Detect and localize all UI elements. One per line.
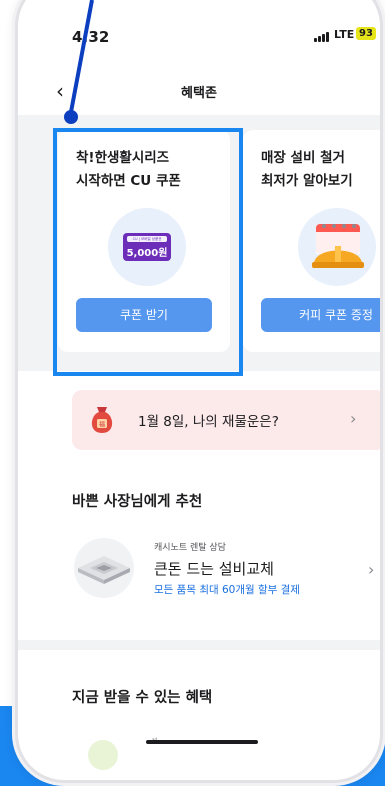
battery-icon: 93	[356, 27, 376, 40]
home-indicator	[146, 740, 258, 744]
status-bar: 4:32 LTE 93	[18, 0, 380, 72]
coffee-coupon-button[interactable]: 커피 쿠폰 증정	[261, 298, 380, 332]
ceiling-air-conditioner-icon	[74, 538, 134, 598]
fortune-text: 1월 8일, 나의 재물운은?	[138, 414, 279, 430]
section-title: 바쁜 사장님에게 추천	[72, 494, 203, 510]
rec-subtitle: 캐시노트 렌탈 상담	[154, 543, 226, 553]
chevron-right-icon: ›	[368, 560, 375, 579]
rec-title: 큰돈 드는 설비교체	[154, 560, 274, 578]
section-divider	[18, 640, 380, 650]
rental-recommendation[interactable]: 캐시노트 렌탈 상담 큰돈 드는 설비교체 모든 품목 최대 60개월 할부 결…	[72, 530, 380, 610]
section-title: 지금 받을 수 있는 혜택	[72, 690, 213, 706]
chevron-right-icon: ›	[350, 409, 357, 428]
status-time: 4:32	[72, 28, 110, 46]
page-title: 혜택존	[181, 86, 217, 101]
phone-frame: 4:32 LTE 93 ‹ 혜택존 착!한생활시리즈 시작하면 CU 쿠폰 CU…	[18, 0, 380, 780]
benefit-card[interactable]: 매장 설비 철거 최저가 알아보기 커피 쿠폰 증정	[243, 130, 380, 352]
signal-icon	[314, 32, 329, 42]
benefit-item-icon	[88, 740, 118, 770]
card-title: 매장 설비 철거 최저가 알아보기	[261, 150, 353, 189]
network-label: LTE	[334, 28, 355, 41]
selection-highlight	[53, 128, 243, 376]
calendar-helmet-icon	[312, 224, 364, 268]
top-nav: ‹ 혜택존	[18, 75, 380, 119]
rec-note: 모든 품목 최대 60개월 할부 결제	[154, 584, 300, 596]
fortune-banner[interactable]: 福 1월 8일, 나의 재물운은? ›	[72, 390, 380, 450]
fortune-bag-icon: 福	[91, 407, 113, 433]
svg-text:福: 福	[99, 421, 105, 429]
